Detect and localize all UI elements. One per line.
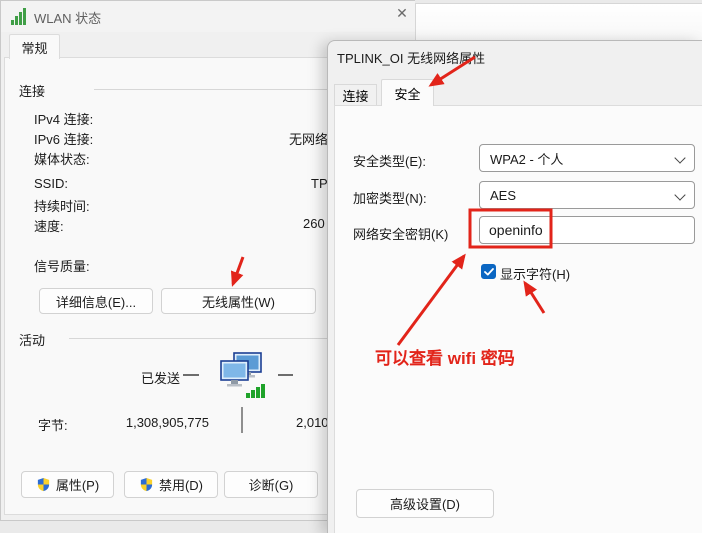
wifi-signal-icon	[11, 8, 30, 25]
advanced-settings-button[interactable]: 高级设置(D)	[356, 489, 494, 518]
disable-button[interactable]: 禁用(D)	[124, 471, 218, 498]
wireless-properties-dialog: TPLINK_OI 无线网络属性 连接 安全 安全类型(E): WPA2 - 个…	[327, 40, 702, 533]
bytes-label: 字节:	[38, 415, 68, 434]
security-type-value: WPA2 - 个人	[490, 149, 563, 168]
security-type-select[interactable]: WPA2 - 个人	[479, 144, 695, 172]
security-type-label: 安全类型(E):	[353, 151, 426, 170]
row-label-ssid: SSID:	[34, 176, 68, 191]
tab-security[interactable]: 安全	[381, 79, 434, 106]
row-label-ipv6: IPv6 连接:	[34, 129, 93, 148]
uac-shield-icon	[36, 477, 51, 492]
row-label-speed: 速度:	[34, 216, 64, 235]
connection-group-label: 连接	[19, 81, 45, 100]
disable-button-label: 禁用(D)	[159, 475, 203, 494]
row-label-signal-quality: 信号质量:	[34, 256, 90, 275]
window-title: WLAN 状态	[34, 8, 101, 27]
uac-shield-icon	[139, 477, 154, 492]
row-label-duration: 持续时间:	[34, 196, 90, 215]
close-icon[interactable]: ✕	[391, 2, 413, 24]
bytes-received-value: 2,010	[296, 415, 329, 430]
bytes-sent-value: 1,308,905,775	[121, 415, 209, 430]
divider	[241, 407, 243, 433]
network-key-input[interactable]	[479, 216, 695, 244]
wlan-titlebar: WLAN 状态 ✕	[1, 1, 415, 32]
properties-button-label: 属性(P)	[56, 475, 99, 494]
dialog-title: TPLINK_OI 无线网络属性	[337, 48, 485, 67]
dash-line	[278, 374, 293, 376]
encryption-type-value: AES	[490, 188, 516, 203]
diagnose-button-label: 诊断(G)	[249, 475, 294, 494]
screen: WLAN 状态 ✕ 常规 连接 IPv4 连接: IPv6 连接: 无网络 媒体…	[0, 0, 702, 533]
encryption-type-select[interactable]: AES	[479, 181, 695, 209]
encryption-type-label: 加密类型(N):	[353, 188, 427, 207]
tab-general[interactable]: 常规	[9, 34, 60, 59]
row-value-ipv6: 无网络	[289, 129, 328, 148]
chevron-down-icon	[674, 152, 685, 163]
row-value-speed: 260	[303, 216, 325, 231]
dash-line	[183, 374, 199, 376]
show-characters-label: 显示字符(H)	[500, 264, 570, 283]
details-button[interactable]: 详细信息(E)...	[39, 288, 153, 314]
diagnose-button[interactable]: 诊断(G)	[224, 471, 318, 498]
show-characters-checkbox[interactable]	[481, 264, 496, 279]
check-icon	[484, 268, 494, 276]
activity-group-label: 活动	[19, 330, 45, 349]
row-label-ipv4: IPv4 连接:	[34, 109, 93, 128]
background-window-panel	[415, 3, 702, 44]
row-value-ssid: TP	[311, 176, 328, 191]
sent-label: 已发送	[141, 368, 180, 387]
row-label-media-state: 媒体状态:	[34, 149, 90, 168]
network-key-label: 网络安全密钥(K)	[353, 224, 448, 243]
tab-connection[interactable]: 连接	[334, 84, 377, 106]
properties-button[interactable]: 属性(P)	[21, 471, 114, 498]
chevron-down-icon	[674, 189, 685, 200]
wireless-properties-button[interactable]: 无线属性(W)	[161, 288, 316, 314]
network-computers-icon	[215, 351, 267, 404]
